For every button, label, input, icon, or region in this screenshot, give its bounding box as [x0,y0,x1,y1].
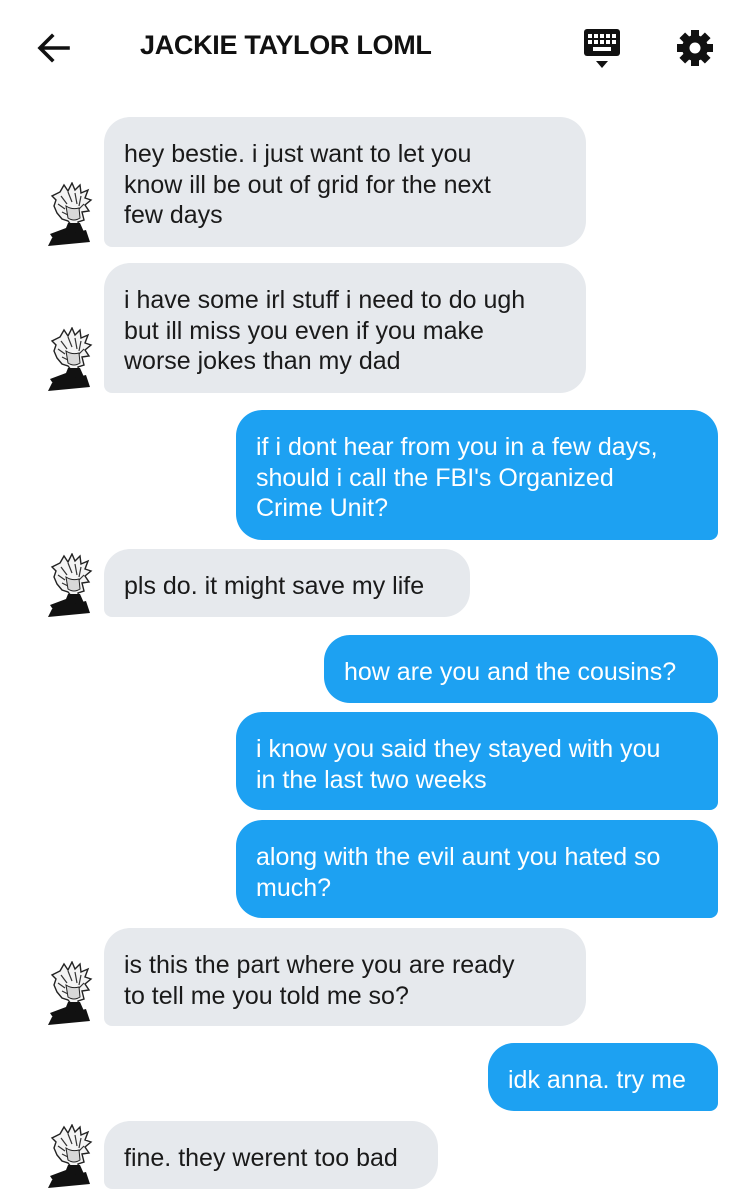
gear-icon [677,30,713,66]
chat-header: JACKIE TAYLOR LOML [0,0,740,100]
message-bubble-outgoing[interactable]: how are you and the cousins? [324,635,718,703]
contact-avatar[interactable] [46,553,96,617]
contact-avatar[interactable] [46,961,96,1025]
message-bubble-outgoing[interactable]: along with the evil aunt you hated so mu… [236,820,718,918]
message-bubble-outgoing[interactable]: i know you said they stayed with you in … [236,712,718,810]
contact-avatar[interactable] [46,327,96,391]
chat-title: JACKIE TAYLOR LOML [140,30,432,60]
arrow-left-icon [37,33,70,63]
contact-avatar[interactable] [46,182,96,246]
message-bubble-outgoing[interactable]: idk anna. try me [488,1043,718,1111]
back-button[interactable] [34,28,74,68]
message-bubble-incoming[interactable]: hey bestie. i just want to let you know … [104,117,586,247]
message-bubble-incoming[interactable]: is this the part where you are ready to … [104,928,586,1026]
message-bubble-incoming[interactable]: fine. they werent too bad [104,1121,438,1189]
keyboard-icon [584,29,620,68]
settings-button[interactable] [676,29,714,67]
message-bubble-incoming[interactable]: i have some irl stuff i need to do ugh b… [104,263,586,393]
message-bubble-incoming[interactable]: pls do. it might save my life [104,549,470,617]
contact-avatar[interactable] [46,1124,96,1188]
message-bubble-outgoing[interactable]: if i dont hear from you in a few days, s… [236,410,718,540]
keyboard-button[interactable] [582,27,622,73]
